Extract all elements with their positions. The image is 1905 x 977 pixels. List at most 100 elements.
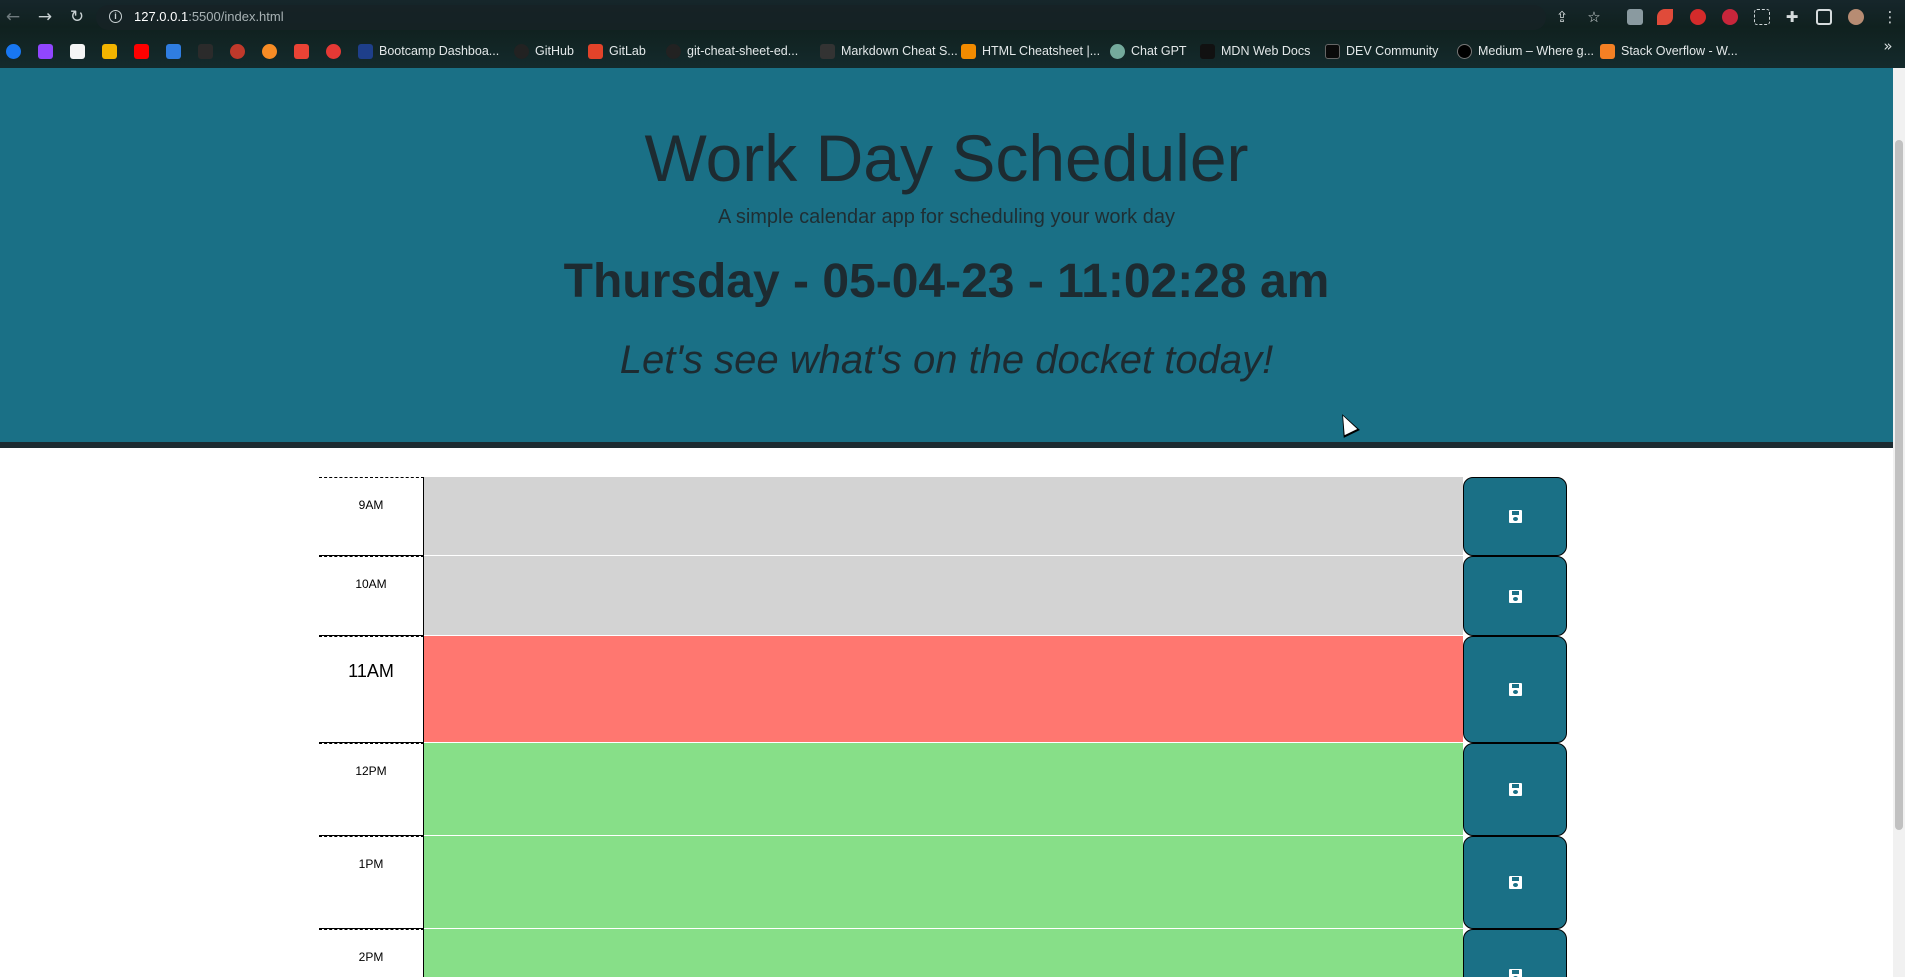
extensions-puzzle-icon[interactable]: ✚ — [1782, 7, 1802, 27]
extension-icon[interactable] — [1754, 9, 1770, 25]
tomato-icon[interactable] — [326, 42, 341, 60]
bookmark-item[interactable]: Chat GPT — [1110, 42, 1187, 60]
bookmark-folder-icon[interactable] — [102, 42, 117, 60]
bookmark-item[interactable]: GitHub — [514, 42, 574, 60]
twitch-icon[interactable] — [38, 42, 53, 60]
extension-icon[interactable] — [1690, 9, 1706, 25]
bookmark-label: GitLab — [609, 44, 646, 58]
bookmark-item[interactable]: git-cheat-sheet-ed... — [666, 42, 798, 60]
bookmark-label: Chat GPT — [1131, 44, 1187, 58]
bookmark-label: MDN Web Docs — [1221, 44, 1311, 58]
hour-text: 12PM — [355, 764, 387, 778]
bookmark-label: Medium – Where g... — [1478, 44, 1595, 58]
bookmarks-bar: Bootcamp Dashboa... GitHub GitLab git-ch… — [0, 36, 1905, 64]
extension-icon[interactable] — [1627, 9, 1643, 25]
hour-text: 10AM — [355, 577, 387, 591]
save-button[interactable] — [1463, 556, 1567, 636]
bookmark-label: Markdown Cheat S... — [841, 44, 958, 58]
bookmark-label: git-cheat-sheet-ed... — [687, 44, 799, 58]
dev-icon — [1325, 43, 1340, 59]
time-block: 10AM — [319, 556, 1567, 636]
hour-label: 2PM — [319, 929, 424, 977]
bookmark-label: GitHub — [535, 44, 574, 58]
chatgpt-icon — [1110, 43, 1125, 59]
event-description[interactable] — [424, 929, 1463, 977]
youtube-icon[interactable] — [134, 42, 149, 60]
scrollbar-thumb[interactable] — [1895, 140, 1903, 830]
url-text[interactable]: 127.0.0.1:5500/index.html — [134, 9, 284, 24]
browser-menu-icon[interactable]: ⋮ — [1880, 7, 1900, 27]
current-day: Thursday - 05-04-23 - 11:02:28 am — [563, 255, 1330, 308]
save-icon — [1508, 876, 1522, 889]
url-path: :5500/index.html — [188, 9, 284, 24]
time-block: 9AM — [319, 477, 1567, 556]
profile-avatar[interactable] — [1848, 9, 1864, 25]
save-icon — [1508, 783, 1522, 796]
save-button[interactable] — [1463, 743, 1567, 836]
extension-icon[interactable] — [1657, 9, 1673, 25]
site-info-icon[interactable]: i — [109, 10, 122, 23]
uci-icon — [358, 43, 373, 59]
save-icon — [1508, 510, 1522, 523]
hour-text: 11AM — [348, 661, 394, 681]
event-description[interactable] — [424, 836, 1463, 929]
facebook-icon[interactable] — [6, 42, 21, 60]
bookmark-item[interactable]: MDN Web Docs — [1200, 42, 1310, 60]
extension-icon[interactable] — [1722, 9, 1738, 25]
event-description[interactable] — [424, 556, 1463, 636]
hour-label: 9AM — [319, 477, 424, 556]
hour-label: 12PM — [319, 743, 424, 836]
save-button[interactable] — [1463, 929, 1567, 977]
bookmark-label: Bootcamp Dashboa... — [379, 44, 500, 58]
bookmark-star-icon[interactable]: ☆ — [1584, 7, 1604, 27]
forward-icon[interactable]: → — [34, 6, 56, 28]
bookmark-item[interactable]: HTML Cheatsheet |... — [961, 42, 1100, 60]
bookmark-site-icon[interactable] — [230, 42, 245, 60]
address-bar[interactable]: i 127.0.0.1:5500/index.html — [96, 5, 1546, 30]
bookmark-item[interactable]: Bootcamp Dashboa... — [358, 42, 499, 60]
bookmark-label: DEV Community — [1346, 44, 1439, 58]
save-button[interactable] — [1463, 836, 1567, 929]
time-block: 2PM — [319, 929, 1567, 977]
bookmark-item[interactable]: Medium – Where g... — [1457, 42, 1594, 60]
page-content: Work Day Scheduler A simple calendar app… — [0, 68, 1893, 977]
hour-label: 1PM — [319, 836, 424, 929]
bookmark-item[interactable]: Stack Overflow - W... — [1600, 42, 1738, 60]
save-button[interactable] — [1463, 636, 1567, 743]
event-description[interactable] — [424, 477, 1463, 556]
page-scrollbar[interactable] — [1893, 68, 1905, 977]
page-subtitle: A simple calendar app for scheduling you… — [718, 206, 1175, 228]
bookmark-site-icon[interactable] — [198, 42, 213, 60]
back-icon[interactable]: ← — [2, 6, 24, 28]
bookmarks-overflow-icon[interactable]: » — [1878, 36, 1898, 56]
github-icon — [666, 43, 681, 59]
bookmark-site-icon[interactable] — [166, 42, 181, 60]
page-title: Work Day Scheduler — [644, 121, 1249, 195]
browser-chrome: ← → ↻ i 127.0.0.1:5500/index.html ⇪ ☆ ✚ … — [0, 0, 1905, 68]
event-description[interactable] — [424, 743, 1463, 836]
time-block: 11AM — [319, 636, 1567, 743]
bookmark-item[interactable]: GitLab — [588, 42, 646, 60]
hour-text: 9AM — [358, 498, 384, 512]
bookmark-label: Stack Overflow - W... — [1621, 44, 1738, 58]
stackoverflow-icon — [1600, 43, 1615, 59]
amazon-icon[interactable] — [70, 42, 85, 60]
hour-text: 1PM — [358, 857, 384, 871]
header-jumbotron: Work Day Scheduler A simple calendar app… — [0, 68, 1893, 448]
gmail-icon[interactable] — [294, 42, 309, 60]
save-button[interactable] — [1463, 477, 1567, 556]
side-panel-icon[interactable] — [1816, 9, 1832, 25]
tagline: Let's see what's on the docket today! — [619, 338, 1274, 382]
hour-text: 2PM — [358, 950, 384, 964]
medium-icon — [1457, 43, 1472, 59]
share-icon[interactable]: ⇪ — [1552, 7, 1572, 27]
url-host: 127.0.0.1 — [134, 9, 189, 24]
time-block: 1PM — [319, 836, 1567, 929]
bookmark-item[interactable]: Markdown Cheat S... — [820, 42, 958, 60]
crunchyroll-icon[interactable] — [262, 42, 277, 60]
bookmark-item[interactable]: DEV Community — [1325, 42, 1438, 60]
reload-icon[interactable]: ↻ — [66, 6, 88, 28]
hour-label: 10AM — [319, 556, 424, 636]
browser-toolbar: ← → ↻ i 127.0.0.1:5500/index.html ⇪ ☆ ✚ … — [0, 0, 1905, 34]
event-description[interactable] — [424, 636, 1463, 743]
